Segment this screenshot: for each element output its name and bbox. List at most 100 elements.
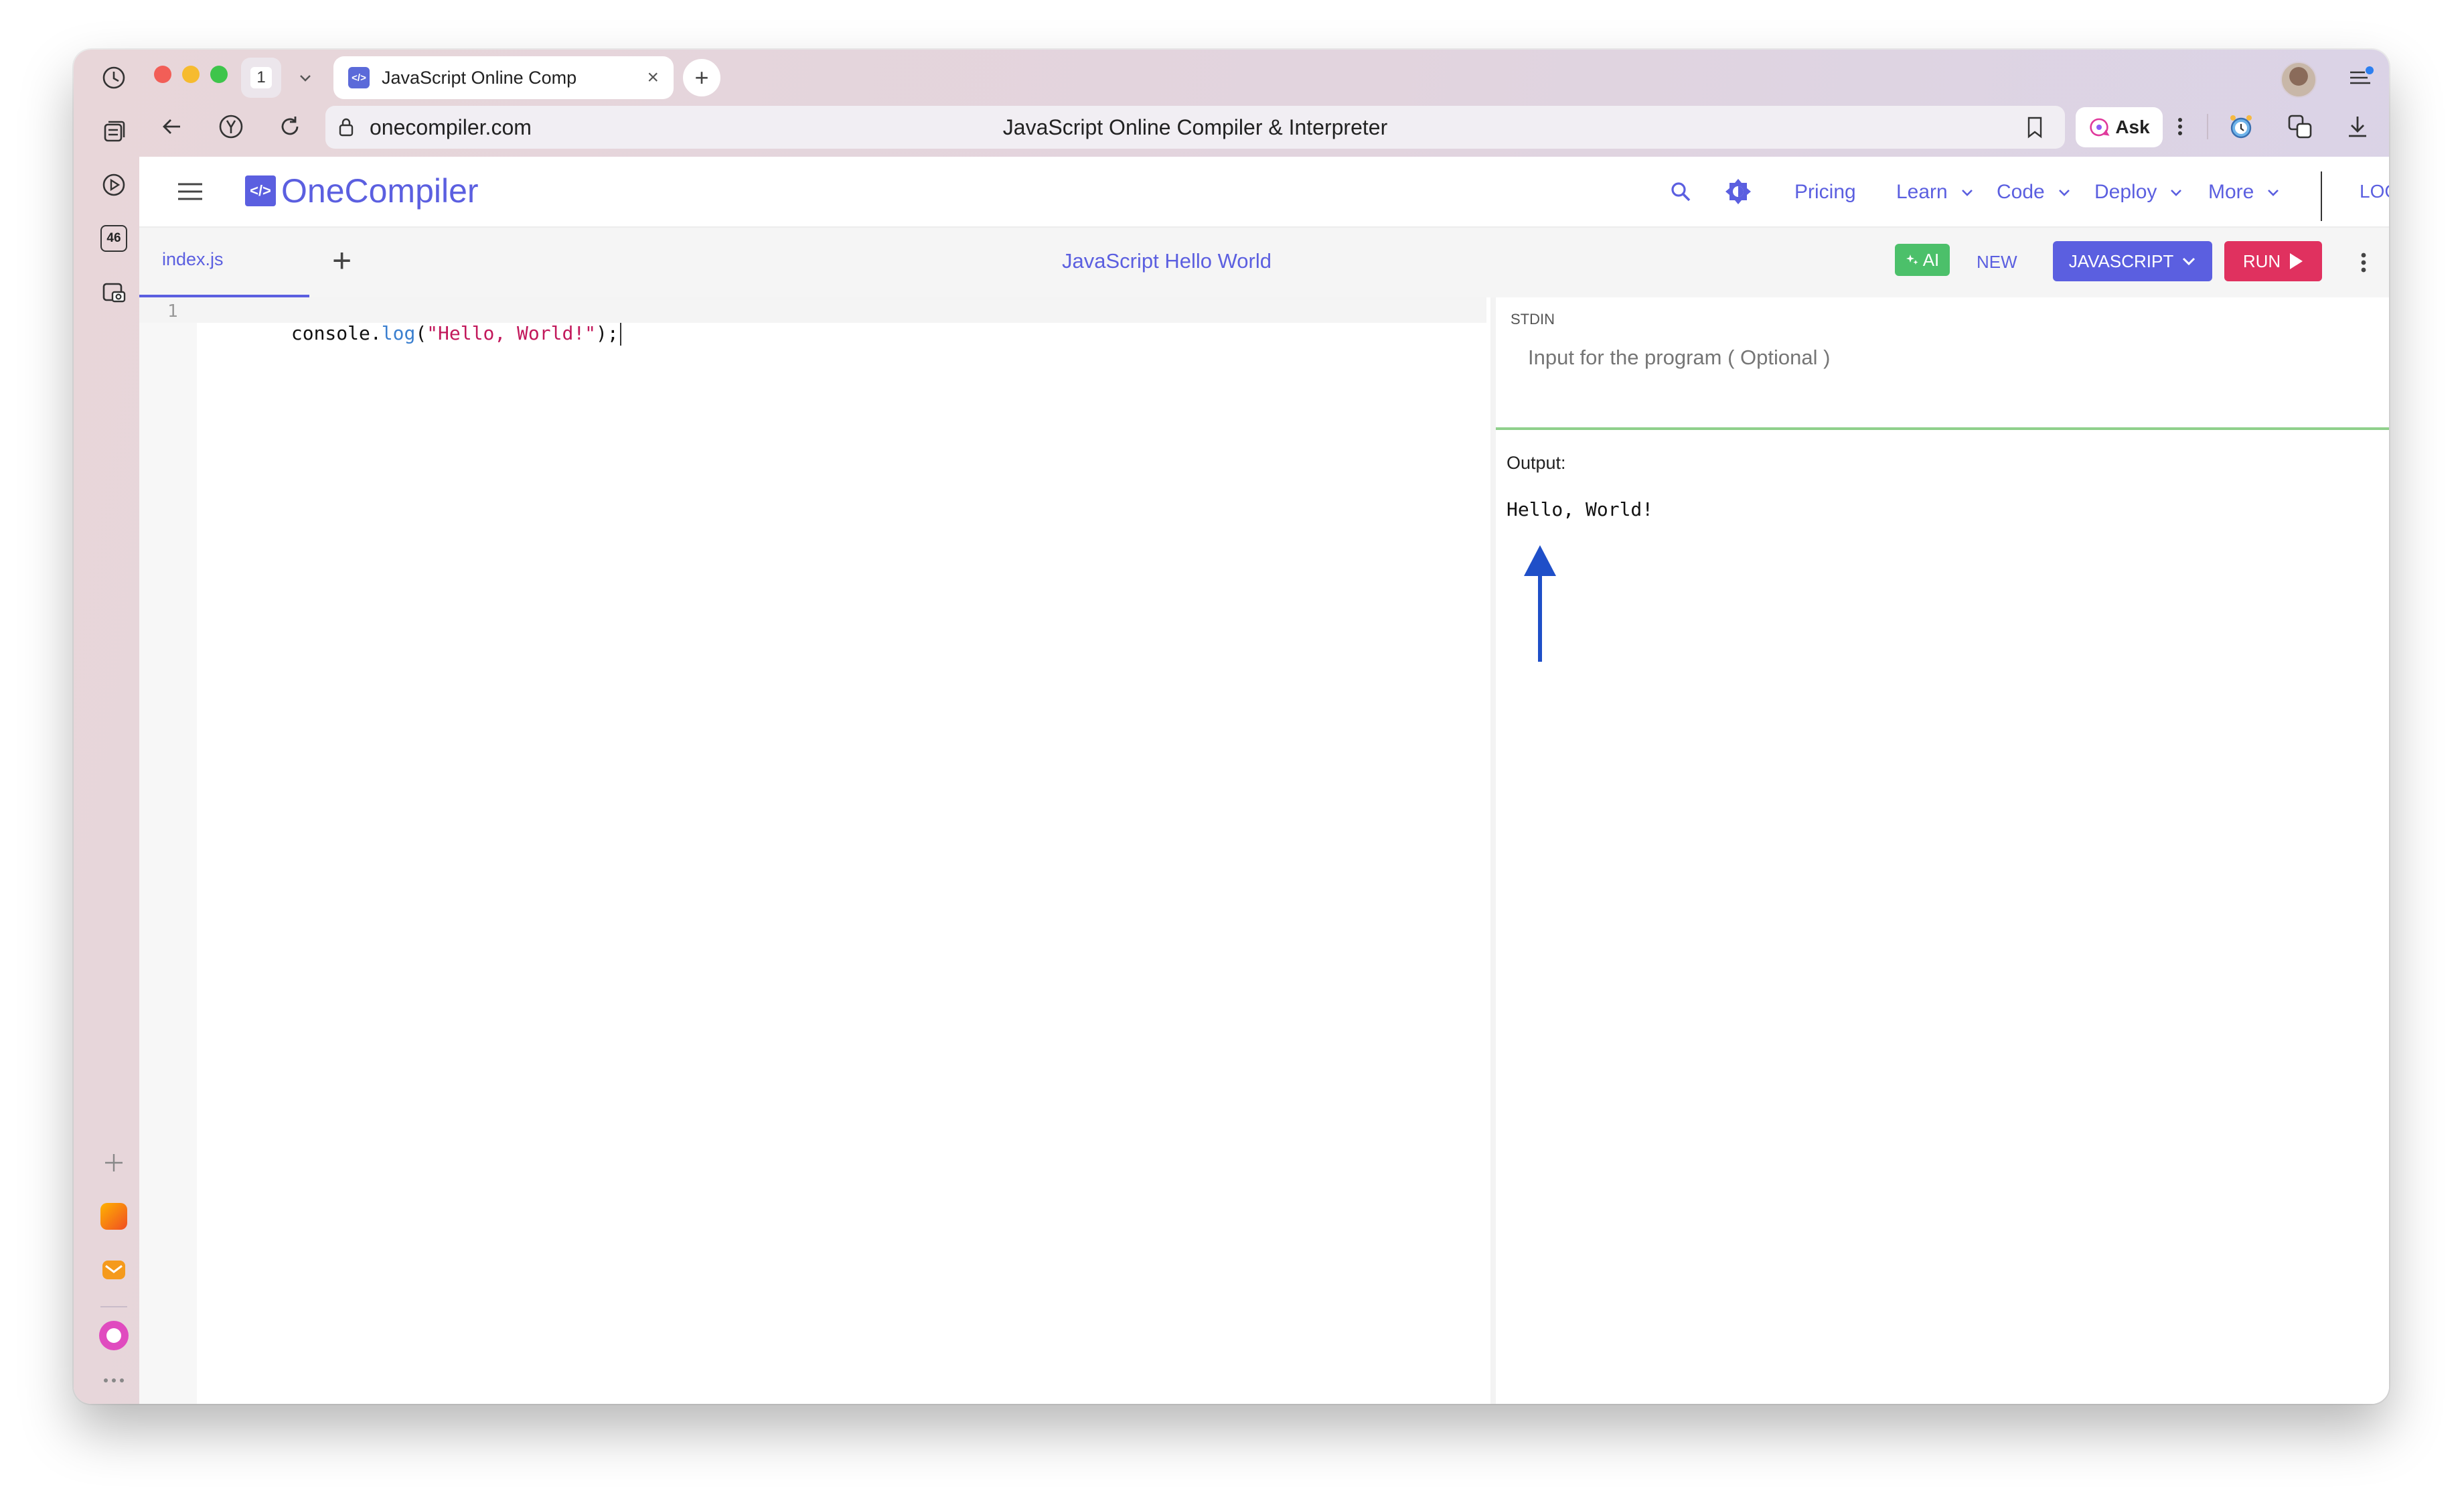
browser-window: 1 </> JavaScript Online Comp × + 46 onec…: [74, 50, 2389, 1404]
code-object: console: [291, 322, 370, 344]
output-label: Output:: [1507, 453, 1566, 473]
site-logo[interactable]: </> OneCompiler: [245, 171, 479, 210]
nav-learn[interactable]: Learn: [1896, 181, 1975, 204]
tab-count-button[interactable]: 1: [241, 58, 281, 98]
language-select[interactable]: JAVASCRIPT: [2053, 241, 2212, 281]
more-dots-icon[interactable]: [95, 1370, 133, 1390]
chevron-down-icon: [2171, 190, 2182, 196]
code-open-paren: (: [415, 322, 427, 344]
add-file-button[interactable]: +: [332, 241, 352, 280]
page-title-in-bar: JavaScript Online Compiler & Interpreter: [1002, 115, 1388, 139]
bookmark-icon[interactable]: [2025, 115, 2045, 139]
notifications-badge-icon[interactable]: 46: [95, 220, 133, 257]
chevron-down-icon: [2183, 257, 2196, 266]
brightness-icon: [1725, 179, 1751, 204]
profile-avatar[interactable]: [2281, 62, 2317, 98]
close-window-button[interactable]: [154, 66, 171, 83]
project-title[interactable]: JavaScript Hello World: [1062, 249, 1272, 273]
page-content: </> OneCompiler Pricing Learn Code Deplo…: [139, 157, 2389, 1404]
sidebar-menu-icon[interactable]: [2347, 64, 2374, 91]
text-cursor: [619, 323, 621, 346]
window-controls: [154, 66, 228, 83]
chevron-down-icon: [300, 75, 311, 82]
address-bar[interactable]: onecompiler.com JavaScript Online Compil…: [325, 106, 2065, 149]
nav-more[interactable]: More: [2208, 181, 2281, 204]
reload-button[interactable]: [273, 110, 307, 143]
address-menu-button[interactable]: [2167, 110, 2193, 143]
search-icon: [1671, 182, 1691, 202]
yandex-home-button[interactable]: [214, 110, 248, 143]
history-icon[interactable]: [95, 59, 133, 96]
run-label: RUN: [2242, 250, 2281, 271]
translate-icon: [2288, 115, 2312, 139]
ask-ai-button[interactable]: Ask: [2076, 107, 2163, 147]
stdin-divider: [1496, 427, 2389, 430]
new-button[interactable]: NEW: [1977, 252, 2017, 273]
reload-icon: [281, 117, 299, 135]
toolbar-divider: [2207, 114, 2208, 139]
close-tab-icon[interactable]: ×: [647, 66, 659, 89]
arrow-left-icon: [163, 119, 180, 134]
add-sidebar-item-icon[interactable]: [95, 1144, 133, 1182]
language-label: JAVASCRIPT: [2068, 250, 2174, 271]
hamburger-icon: [178, 183, 202, 200]
nav-code-label: Code: [1997, 181, 2045, 203]
theme-toggle-button[interactable]: [1723, 177, 1753, 206]
code-method: log: [381, 322, 416, 344]
stdin-label: STDIN: [1511, 311, 1555, 328]
badge-count: 46: [100, 225, 127, 252]
code-line[interactable]: console.log("Hello, World!");: [201, 300, 621, 368]
file-tab-index-js[interactable]: index.js: [139, 228, 309, 297]
download-icon: [2349, 117, 2366, 137]
active-tab[interactable]: </> JavaScript Online Comp ×: [333, 56, 674, 99]
maximize-window-button[interactable]: [210, 66, 228, 83]
nav-divider: [2321, 171, 2322, 221]
editor-options-button[interactable]: [2350, 246, 2377, 279]
nav-deploy[interactable]: Deploy: [2094, 181, 2183, 204]
login-link[interactable]: LOGIN: [2360, 181, 2389, 202]
code-string: "Hello, World!": [427, 322, 597, 344]
logo-mark: </>: [245, 175, 276, 206]
site-search-button[interactable]: [1666, 177, 1695, 206]
code-editor[interactable]: 1 console.log("Hello, World!");: [139, 297, 1486, 1404]
minimize-window-button[interactable]: [182, 66, 200, 83]
ai-button[interactable]: AI: [1895, 244, 1950, 276]
run-button[interactable]: RUN: [2224, 241, 2322, 281]
nav-learn-label: Learn: [1896, 181, 1948, 203]
ai-label: AI: [1922, 249, 1940, 270]
translate-extension-button[interactable]: [2283, 110, 2317, 143]
assistant-app-icon[interactable]: [95, 1317, 133, 1354]
alarm-extension-button[interactable]: [2224, 110, 2258, 143]
new-tab-button[interactable]: +: [683, 59, 720, 96]
stdin-input[interactable]: [1527, 344, 2366, 411]
nav-deploy-label: Deploy: [2094, 181, 2157, 203]
tab-list-button[interactable]: [285, 58, 325, 98]
onecompiler-favicon: </>: [348, 67, 370, 88]
ask-ai-icon: [2090, 118, 2110, 137]
logo-text: OneCompiler: [281, 172, 479, 210]
collections-icon[interactable]: [95, 113, 133, 150]
play-video-icon[interactable]: [95, 166, 133, 204]
ask-label: Ask: [2115, 117, 2150, 137]
mail-app-icon[interactable]: [95, 1251, 133, 1289]
nav-more-label: More: [2208, 181, 2254, 203]
chevron-down-icon: [1961, 190, 1973, 196]
code-dot: .: [370, 322, 382, 344]
hamburger-menu-button[interactable]: [175, 177, 205, 206]
io-panel: STDIN Output: Hello, World!: [1490, 297, 2389, 1404]
downloads-button[interactable]: [2341, 110, 2374, 143]
code-close: );: [596, 322, 619, 344]
editor-toolbar: index.js + JavaScript Hello World AI NEW…: [139, 228, 2389, 297]
screenshot-icon[interactable]: [95, 273, 133, 311]
nav-pricing[interactable]: Pricing: [1794, 181, 1856, 204]
back-button[interactable]: [155, 110, 189, 143]
sparkle-icon: [1906, 255, 1918, 265]
line-gutter: [139, 297, 197, 1404]
output-text: Hello, World!: [1507, 498, 1654, 520]
tab-title: JavaScript Online Comp: [382, 67, 577, 88]
vertical-dots-icon: [2361, 253, 2366, 273]
app-shortcut-orange-icon[interactable]: [95, 1198, 133, 1235]
chevron-down-icon: [2058, 190, 2070, 196]
site-header: </> OneCompiler Pricing Learn Code Deplo…: [139, 157, 2389, 228]
nav-code[interactable]: Code: [1997, 181, 2072, 204]
